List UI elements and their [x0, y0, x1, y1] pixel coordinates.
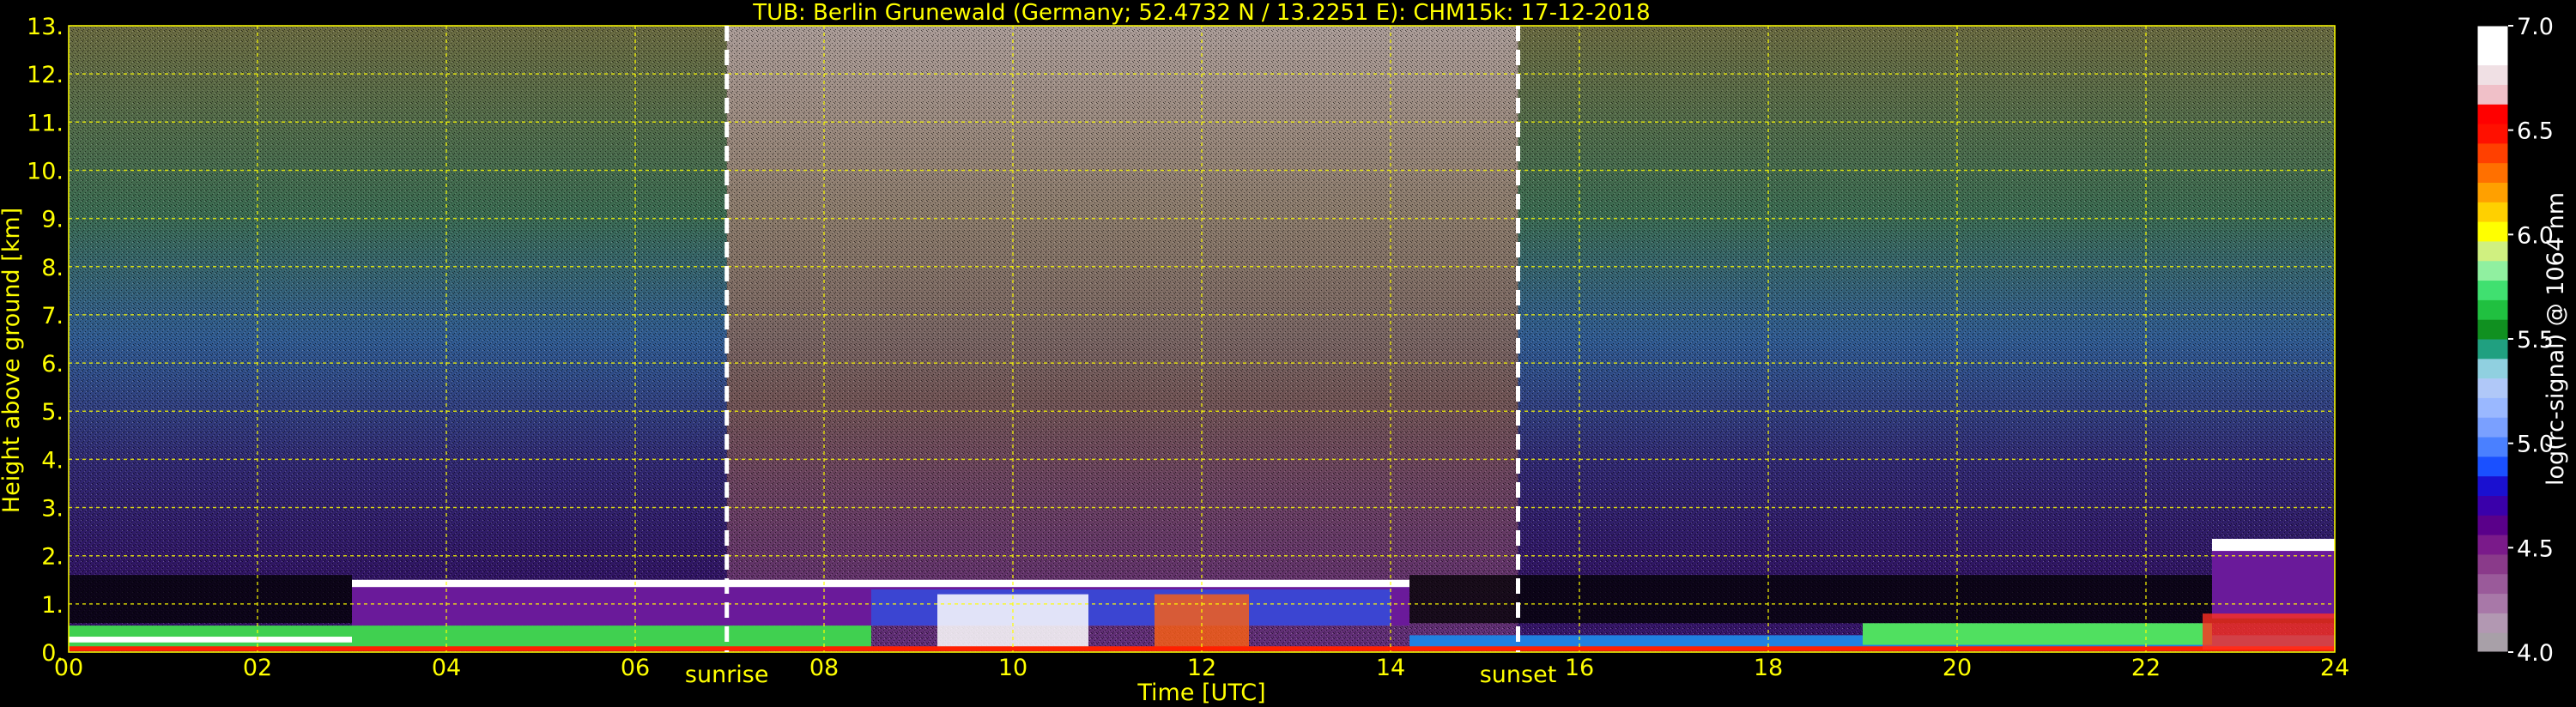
- x-tick-label: 24: [2320, 655, 2349, 681]
- colorbar-swatch: [2477, 632, 2508, 653]
- y-tick-label: 0.: [41, 640, 64, 667]
- y-tick-label: 6.: [41, 351, 64, 378]
- colorbar-swatch: [2477, 202, 2508, 222]
- y-tick-label: 10.: [27, 158, 64, 184]
- sunset-label: sunset: [1480, 662, 1557, 688]
- colorbar-swatch: [2477, 535, 2508, 555]
- y-tick-label: 1.: [41, 592, 64, 619]
- colorbar-swatch: [2477, 182, 2508, 202]
- clear-region-early: [69, 575, 352, 624]
- colorbar-swatch: [2477, 45, 2508, 66]
- sunrise-label: sunrise: [685, 662, 769, 688]
- colorbar-label: log(rc-signal) @ 1064 nm: [2543, 192, 2569, 486]
- y-axis-label: Height above ground [km]: [0, 208, 25, 513]
- cloud-top: [352, 579, 1409, 588]
- x-tick-label: 22: [2131, 655, 2161, 681]
- x-tick-label: 20: [1943, 655, 1972, 681]
- colorbar-swatch: [2477, 26, 2508, 46]
- nocturnal-layer: [69, 637, 352, 643]
- y-tick-label: 12.: [27, 62, 64, 88]
- x-tick-label: 04: [432, 655, 461, 681]
- colorbar-swatch: [2477, 495, 2508, 516]
- late-cloud-top: [2212, 539, 2335, 552]
- colorbar-swatch: [2477, 613, 2508, 633]
- y-tick-label: 9.: [41, 207, 64, 233]
- colorbar-swatch: [2477, 475, 2508, 496]
- colorbar-swatch: [2477, 358, 2508, 379]
- x-tick-label: 02: [243, 655, 272, 681]
- y-tick-label: 2.: [41, 544, 64, 571]
- y-tick-label: 3.: [41, 496, 64, 523]
- x-tick-label: 12: [1187, 655, 1216, 681]
- y-tick-label: 7.: [41, 303, 64, 329]
- colorbar-swatch: [2477, 64, 2508, 85]
- x-tick-label: 18: [1754, 655, 1783, 681]
- lidar-chart: sunrise sunset 00 02 04 06 08 10 12 14 16 18 20 22 24…: [0, 0, 2569, 706]
- colorbar-swatch: [2477, 515, 2508, 535]
- x-tick-label: 06: [621, 655, 650, 681]
- x-tick-label: 10: [998, 655, 1027, 681]
- colorbar-swatch: [2477, 84, 2508, 105]
- late-cloud-base: [2203, 613, 2335, 650]
- colorbar-swatch: [2477, 593, 2508, 613]
- colorbar-swatch: [2477, 221, 2508, 242]
- x-tick-label: 14: [1376, 655, 1405, 681]
- colorbar-swatch: [2477, 319, 2508, 340]
- colorbar-swatch: [2477, 339, 2508, 360]
- chart-title: TUB: Berlin Grunewald (Germany; 52.4732 …: [752, 0, 1650, 26]
- noise-texture: [69, 26, 2335, 652]
- colorbar-tick-label: 4.0: [2517, 640, 2554, 667]
- colorbar-swatch: [2477, 260, 2508, 281]
- colorbar-swatch: [2477, 378, 2508, 398]
- colorbar-swatch: [2477, 573, 2508, 595]
- colorbar-tick-label: 7.0: [2517, 14, 2554, 40]
- colorbar-swatch: [2477, 104, 2508, 124]
- colorbar-tick-label: 4.5: [2517, 535, 2554, 562]
- x-tick-label: 16: [1565, 655, 1594, 681]
- colorbar-swatch: [2477, 553, 2508, 575]
- aerosol-evening: [1863, 623, 2212, 645]
- y-tick-label: 5.: [41, 399, 64, 426]
- y-tick-label: 13.: [27, 14, 64, 40]
- colorbar-swatch: [2477, 142, 2508, 164]
- colorbar-tick-label: 6.5: [2517, 118, 2554, 145]
- colorbar-swatch: [2477, 240, 2508, 262]
- colorbar-swatch: [2477, 299, 2508, 320]
- colorbar-swatch: [2477, 417, 2508, 438]
- colorbar-swatch: [2477, 437, 2508, 457]
- x-tick-label: 08: [809, 655, 839, 681]
- colorbar-swatch: [2477, 162, 2508, 183]
- y-tick-label: 11.: [27, 110, 64, 136]
- colorbar-swatch: [2477, 397, 2508, 418]
- colorbar-swatch: [2477, 456, 2508, 477]
- clear-region: [1409, 575, 2335, 624]
- x-axis-label: Time [UTC]: [1136, 680, 1265, 706]
- plot-area: [69, 26, 2335, 652]
- y-tick-label: 4.: [41, 447, 64, 474]
- y-tick-label: 8.: [41, 255, 64, 281]
- colorbar-swatch: [2477, 280, 2508, 300]
- colorbar-swatch: [2477, 124, 2508, 144]
